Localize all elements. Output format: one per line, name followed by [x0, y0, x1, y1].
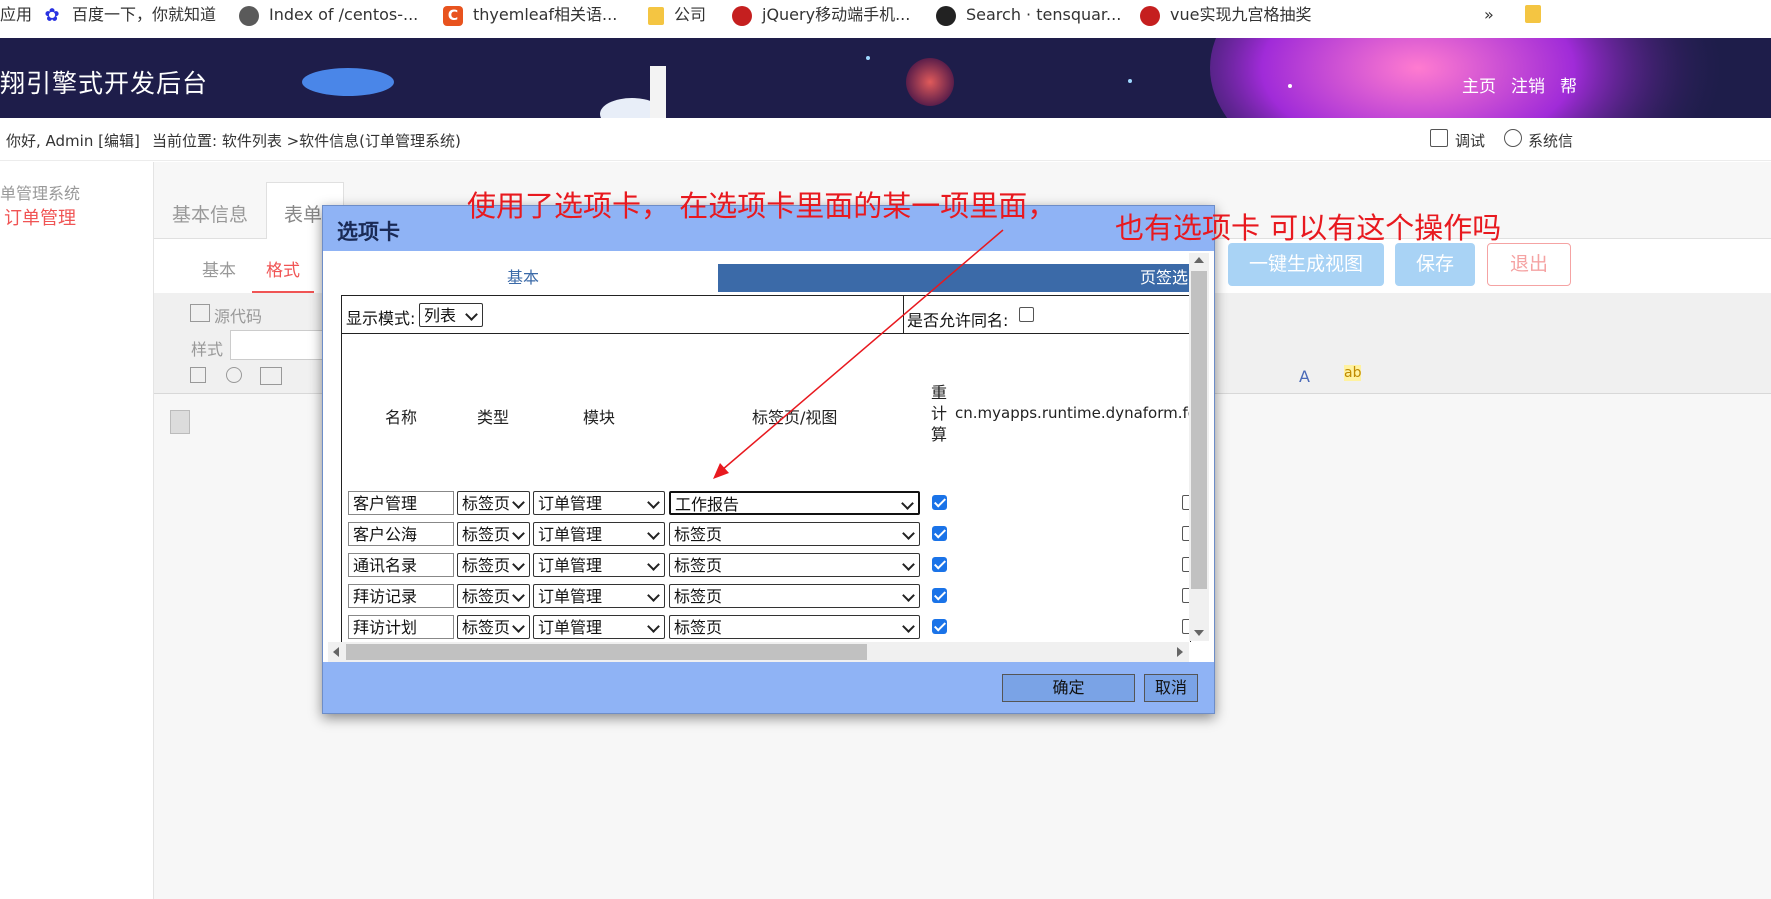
- annotation-arrow: [713, 229, 1004, 479]
